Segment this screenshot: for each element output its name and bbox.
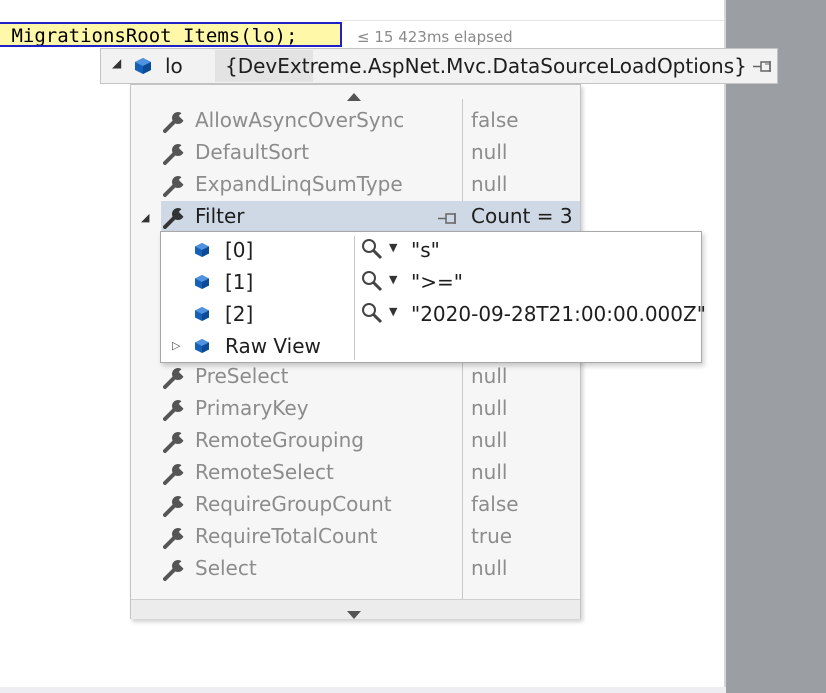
property-value[interactable]: Count = 3 bbox=[471, 204, 573, 228]
field-icon bbox=[194, 306, 210, 326]
variable-name: lo bbox=[165, 54, 183, 78]
property-name: AllowAsyncOverSync bbox=[195, 108, 405, 132]
field-icon bbox=[194, 274, 210, 294]
pin-icon[interactable] bbox=[437, 211, 459, 230]
property-row[interactable]: RemoteSelect null bbox=[131, 457, 580, 489]
wrench-icon bbox=[163, 399, 189, 425]
horizontal-scrollbar[interactable] bbox=[0, 687, 726, 693]
property-value[interactable]: false bbox=[471, 108, 519, 132]
collapse-arrow-icon[interactable]: ◢ bbox=[112, 56, 121, 70]
raw-view-row[interactable]: ▷ Raw View bbox=[161, 330, 701, 362]
scroll-down-band[interactable] bbox=[131, 599, 580, 619]
item-index: [2] bbox=[225, 302, 254, 326]
wrench-icon bbox=[163, 463, 189, 489]
chevron-down-icon[interactable]: ▼ bbox=[389, 273, 397, 286]
perf-tip[interactable]: ≤ 15 423ms elapsed bbox=[357, 28, 513, 46]
filter-item-row[interactable]: [2] ▼ "2020-09-28T21:00:00.000Z" bbox=[161, 298, 706, 330]
property-row[interactable]: RequireTotalCount true bbox=[131, 521, 580, 553]
wrench-icon bbox=[163, 431, 189, 457]
property-row[interactable]: RequireGroupCount false bbox=[131, 489, 580, 521]
chevron-down-icon[interactable]: ▼ bbox=[389, 241, 397, 254]
property-row[interactable]: DefaultSort null bbox=[131, 137, 580, 169]
item-index: Raw View bbox=[225, 334, 321, 358]
wrench-icon bbox=[163, 527, 189, 553]
property-name: RemoteSelect bbox=[195, 460, 334, 484]
property-name: ExpandLinqSumType bbox=[195, 172, 403, 196]
scroll-down-arrow-icon[interactable] bbox=[346, 605, 362, 624]
wrench-icon bbox=[163, 175, 189, 201]
property-value[interactable]: null bbox=[471, 140, 507, 164]
field-icon bbox=[194, 242, 210, 262]
property-row[interactable]: PreSelect null bbox=[131, 361, 580, 393]
object-icon bbox=[134, 57, 152, 79]
editor-top-line bbox=[340, 20, 724, 21]
visualizer-search-icon[interactable] bbox=[361, 270, 383, 296]
property-name: RequireTotalCount bbox=[195, 524, 378, 548]
property-name: PreSelect bbox=[195, 364, 289, 388]
expand-arrow-icon[interactable]: ▷ bbox=[172, 339, 180, 352]
property-name: PrimaryKey bbox=[195, 396, 309, 420]
property-name: RemoteGrouping bbox=[195, 428, 364, 452]
wrench-icon bbox=[163, 207, 189, 233]
property-row[interactable]: AllowAsyncOverSync false bbox=[131, 105, 580, 137]
variable-value[interactable]: {DevExtreme.AspNet.Mvc.DataSourceLoadOpt… bbox=[225, 54, 747, 78]
item-value[interactable]: "2020-09-28T21:00:00.000Z" bbox=[411, 302, 706, 326]
item-index: [0] bbox=[225, 238, 254, 262]
chevron-down-icon[interactable]: ▼ bbox=[389, 305, 397, 318]
filter-item-row[interactable]: [1] ▼ ">=" bbox=[161, 266, 701, 298]
side-panel bbox=[726, 0, 826, 693]
property-name: RequireGroupCount bbox=[195, 492, 392, 516]
property-name: Filter bbox=[195, 204, 245, 228]
property-value[interactable]: null bbox=[471, 460, 507, 484]
item-value[interactable]: ">=" bbox=[411, 270, 463, 294]
wrench-icon bbox=[163, 111, 189, 137]
property-value[interactable]: null bbox=[471, 396, 507, 420]
wrench-icon bbox=[163, 559, 189, 585]
item-value[interactable]: "s" bbox=[411, 238, 440, 262]
datatip-root-row[interactable]: ◢ lo {DevExtreme.AspNet.Mvc.DataSourceLo… bbox=[100, 48, 778, 84]
filter-children-popup: [0] ▼ "s" [1] ▼ ">=" [2] ▼ "2020-09-28T2… bbox=[160, 231, 706, 363]
property-value[interactable]: null bbox=[471, 428, 507, 452]
current-statement: _MigrationsRoot_Items(lo); bbox=[0, 22, 342, 47]
wrench-icon bbox=[163, 495, 189, 521]
property-value[interactable]: null bbox=[471, 556, 507, 580]
property-value[interactable]: null bbox=[471, 364, 507, 388]
property-row-filter[interactable]: Filter Count = 3 bbox=[161, 201, 580, 233]
property-row[interactable]: RemoteGrouping null bbox=[131, 425, 580, 457]
property-row[interactable]: Select null bbox=[131, 553, 580, 585]
property-value[interactable]: null bbox=[471, 172, 507, 196]
field-icon bbox=[194, 338, 210, 358]
property-value[interactable]: true bbox=[471, 524, 512, 548]
visualizer-search-icon[interactable] bbox=[361, 238, 383, 264]
expanded-arrow-icon[interactable]: ◢ bbox=[141, 211, 149, 224]
filter-item-row[interactable]: [0] ▼ "s" bbox=[161, 234, 701, 266]
visualizer-search-icon[interactable] bbox=[361, 302, 383, 328]
scroll-up-arrow-icon[interactable] bbox=[346, 87, 362, 106]
property-name: DefaultSort bbox=[195, 140, 310, 164]
wrench-icon bbox=[163, 367, 189, 393]
item-index: [1] bbox=[225, 270, 254, 294]
property-value[interactable]: false bbox=[471, 492, 519, 516]
wrench-icon bbox=[163, 143, 189, 169]
property-row[interactable]: PrimaryKey null bbox=[131, 393, 580, 425]
property-row[interactable]: ExpandLinqSumType null bbox=[131, 169, 580, 201]
property-name: Select bbox=[195, 556, 257, 580]
pin-icon[interactable] bbox=[752, 59, 774, 78]
